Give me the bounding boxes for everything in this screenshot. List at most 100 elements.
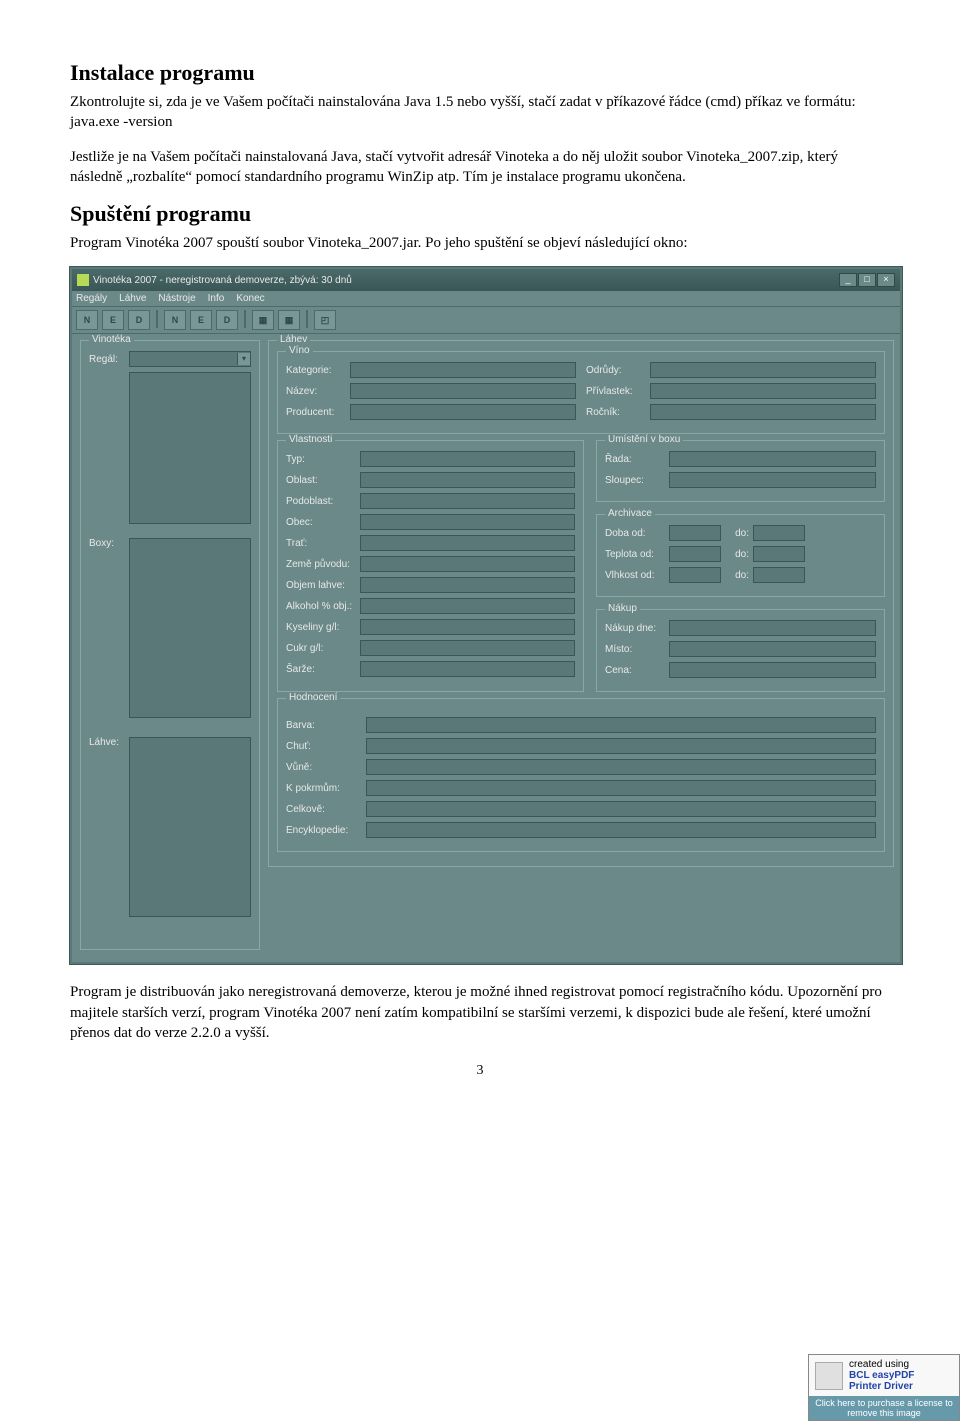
- boxy-listbox[interactable]: [129, 538, 251, 718]
- trat-field[interactable]: [360, 535, 575, 551]
- chut-field[interactable]: [366, 738, 876, 754]
- teplota-od-field[interactable]: [669, 546, 721, 562]
- maximize-button[interactable]: □: [858, 273, 876, 287]
- ad-line1: created using: [849, 1359, 909, 1370]
- menubar: Regály Láhve Nástroje Info Konec: [72, 291, 900, 307]
- toolbar-btn-exit[interactable]: ◰: [314, 310, 336, 330]
- misto-field[interactable]: [669, 641, 876, 657]
- kyseliny-field[interactable]: [360, 619, 575, 635]
- rocnik-field[interactable]: [650, 404, 876, 420]
- cukr-field[interactable]: [360, 640, 575, 656]
- barva-field[interactable]: [366, 717, 876, 733]
- nakup-dne-field[interactable]: [669, 620, 876, 636]
- menu-nastroje[interactable]: Nástroje: [158, 293, 195, 304]
- menu-konec[interactable]: Konec: [236, 293, 264, 304]
- objem-label: Objem lahve:: [286, 580, 356, 591]
- odrudy-label: Odrůdy:: [586, 365, 646, 376]
- podoblast-label: Podoblast:: [286, 496, 356, 507]
- ad-bar[interactable]: Click here to purchase a license to remo…: [809, 1396, 959, 1420]
- teplota-do-label: do:: [725, 549, 749, 560]
- rocnik-label: Ročník:: [586, 407, 646, 418]
- vlastnosti-panel: Vlastnosti Typ: Oblast: Podoblast: Obec:…: [277, 440, 584, 692]
- toolbar-btn-e2[interactable]: E: [190, 310, 212, 330]
- menu-info[interactable]: Info: [208, 293, 225, 304]
- toolbar-btn-d2[interactable]: D: [216, 310, 238, 330]
- zeme-field[interactable]: [360, 556, 575, 572]
- vinoteka-panel-title: Vinotéka: [89, 334, 134, 345]
- hodnoceni-panel-title: Hodnocení: [286, 692, 340, 703]
- typ-field[interactable]: [360, 451, 575, 467]
- teplota-do-field[interactable]: [753, 546, 805, 562]
- celkove-field[interactable]: [366, 801, 876, 817]
- install-heading: Instalace programu: [70, 60, 890, 86]
- privlastek-label: Přívlastek:: [586, 386, 646, 397]
- lahev-panel-title: Láhev: [277, 334, 310, 345]
- ad-line2: BCL easyPDF: [849, 1370, 914, 1381]
- launch-para-1: Program Vinotéka 2007 spouští soubor Vin…: [70, 233, 890, 253]
- celkove-label: Celkově:: [286, 804, 362, 815]
- producent-label: Producent:: [286, 407, 346, 418]
- titlebar: Vinotéka 2007 - neregistrovaná demoverze…: [72, 269, 900, 291]
- menu-regaly[interactable]: Regály: [76, 293, 107, 304]
- vune-field[interactable]: [366, 759, 876, 775]
- toolbar-btn-n2[interactable]: N: [164, 310, 186, 330]
- encyklopedie-label: Encyklopedie:: [286, 825, 362, 836]
- minimize-button[interactable]: _: [839, 273, 857, 287]
- nakup-panel: Nákup Nákup dne: Místo: Cena:: [596, 609, 885, 692]
- ad-line3: Printer Driver: [849, 1381, 913, 1392]
- odrudy-field[interactable]: [650, 362, 876, 378]
- typ-label: Typ:: [286, 454, 356, 465]
- nakup-dne-label: Nákup dne:: [605, 623, 665, 634]
- doba-do-field[interactable]: [753, 525, 805, 541]
- page-number: 3: [70, 1063, 890, 1079]
- vlhkost-do-label: do:: [725, 570, 749, 581]
- toolbar-btn-d1[interactable]: D: [128, 310, 150, 330]
- misto-label: Místo:: [605, 644, 665, 655]
- sloupec-field[interactable]: [669, 472, 876, 488]
- alkohol-label: Alkohol % obj.:: [286, 601, 356, 612]
- obec-field[interactable]: [360, 514, 575, 530]
- umisteni-panel: Umístění v boxu Řada: Sloupec:: [596, 440, 885, 502]
- privlastek-field[interactable]: [650, 383, 876, 399]
- objem-field[interactable]: [360, 577, 575, 593]
- toolbar-btn-n1[interactable]: N: [76, 310, 98, 330]
- podoblast-field[interactable]: [360, 493, 575, 509]
- doba-od-field[interactable]: [669, 525, 721, 541]
- lahve-label: Láhve:: [89, 737, 125, 748]
- launch-heading: Spuštění programu: [70, 201, 890, 227]
- vlhkost-od-field[interactable]: [669, 567, 721, 583]
- nazev-field[interactable]: [350, 383, 576, 399]
- kategorie-label: Kategorie:: [286, 365, 346, 376]
- rada-field[interactable]: [669, 451, 876, 467]
- toolbar-btn-grid2[interactable]: ▦: [278, 310, 300, 330]
- toolbar-btn-grid1[interactable]: ▦: [252, 310, 274, 330]
- sloupec-label: Sloupec:: [605, 475, 665, 486]
- toolbar: N E D N E D ▦ ▦ ◰: [72, 307, 900, 334]
- close-button[interactable]: ×: [877, 273, 895, 287]
- sarze-field[interactable]: [360, 661, 575, 677]
- lahve-listbox[interactable]: [129, 737, 251, 917]
- chut-label: Chuť:: [286, 741, 362, 752]
- kpokrmum-field[interactable]: [366, 780, 876, 796]
- menu-lahve[interactable]: Láhve: [119, 293, 146, 304]
- vune-label: Vůně:: [286, 762, 362, 773]
- oblast-field[interactable]: [360, 472, 575, 488]
- encyklopedie-field[interactable]: [366, 822, 876, 838]
- regal-combo[interactable]: ▾: [129, 351, 251, 367]
- producent-field[interactable]: [350, 404, 576, 420]
- nakup-panel-title: Nákup: [605, 603, 640, 614]
- toolbar-divider-2: [244, 310, 246, 328]
- teplota-od-label: Teplota od:: [605, 549, 665, 560]
- trat-label: Trať:: [286, 538, 356, 549]
- alkohol-field[interactable]: [360, 598, 575, 614]
- vlhkost-do-field[interactable]: [753, 567, 805, 583]
- cena-field[interactable]: [669, 662, 876, 678]
- kategorie-field[interactable]: [350, 362, 576, 378]
- kyseliny-label: Kyseliny g/l:: [286, 622, 356, 633]
- toolbar-btn-e1[interactable]: E: [102, 310, 124, 330]
- after-para: Program je distribuován jako neregistrov…: [70, 982, 890, 1043]
- toolbar-divider-1: [156, 310, 158, 328]
- zeme-label: Země původu:: [286, 559, 356, 570]
- vino-panel: Víno Kategorie: Název: Producent: Odrůdy…: [277, 351, 885, 434]
- regal-listbox[interactable]: [129, 372, 251, 524]
